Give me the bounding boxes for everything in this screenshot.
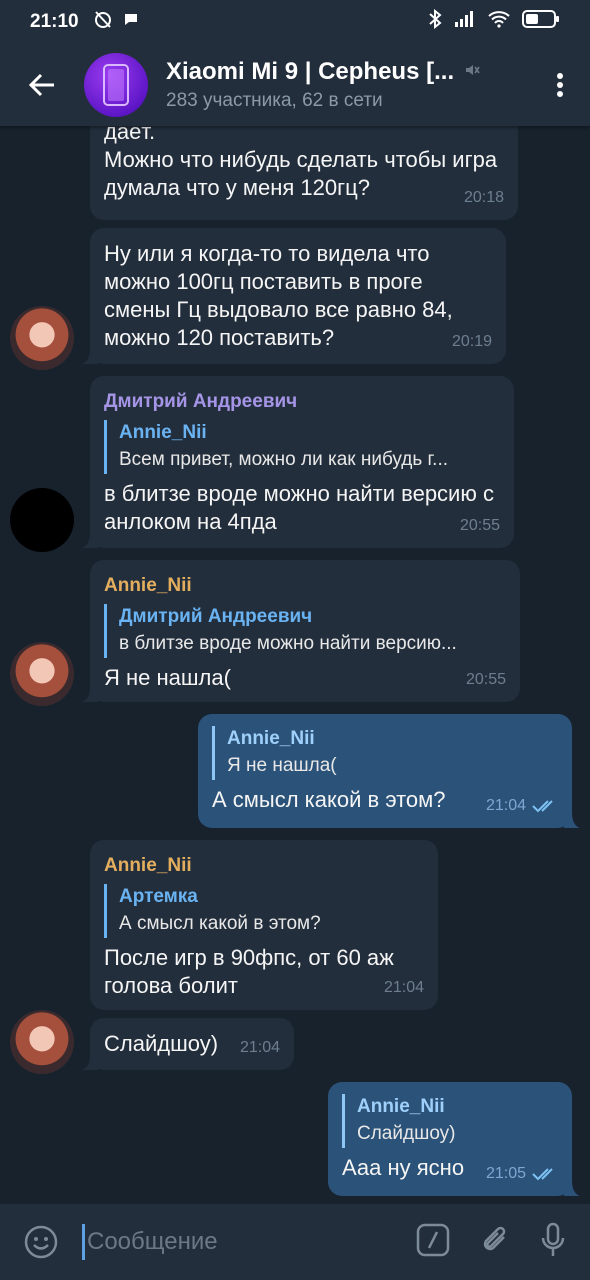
reply-text: в блитзе вроде можно найти версию... — [119, 633, 457, 654]
avatar[interactable] — [10, 306, 74, 370]
message-input-placeholder: Сообщение — [87, 1228, 218, 1255]
avatar[interactable] — [10, 1010, 74, 1074]
voice-message-button[interactable] — [540, 1222, 566, 1263]
message-time: 20:55 — [465, 671, 506, 688]
bubble-tail — [564, 812, 580, 828]
message-bubble[interactable]: даёт. Можно что нибудь сделать чтобы игр… — [90, 126, 518, 220]
group-avatar[interactable] — [84, 53, 148, 117]
attach-button[interactable] — [480, 1223, 510, 1262]
bubble-tail — [82, 1054, 98, 1070]
more-vertical-icon — [557, 73, 563, 97]
reply-author: Annie_Nii — [119, 422, 207, 443]
reply-quote[interactable]: Дмитрий Андреевич в блитзе вроде можно н… — [104, 604, 506, 658]
sender-name[interactable]: Annie_Nii — [104, 852, 424, 880]
message-input-bar: Сообщение — [0, 1204, 590, 1280]
battery-icon — [522, 9, 560, 35]
bubble-tail — [82, 532, 98, 548]
message-time: 20:18 — [463, 189, 504, 206]
reply-author: Артемка — [119, 886, 198, 907]
smile-icon — [24, 1225, 58, 1259]
bubble-tail — [82, 348, 98, 364]
reply-quote[interactable]: Annie_Nii Всем привет, можно ли как нибу… — [104, 420, 500, 474]
arrow-left-icon — [28, 73, 54, 97]
message-text: в блитзе вроде можно найти версию с анло… — [104, 481, 494, 534]
paperclip-icon — [483, 1226, 506, 1250]
reply-text: А смысл какой в этом? — [119, 913, 321, 934]
reply-author: Annie_Nii — [357, 1096, 445, 1117]
microphone-icon — [541, 1222, 565, 1256]
reply-text: Я не нашла( — [227, 755, 337, 776]
double-check-icon — [532, 800, 553, 813]
wifi-icon — [488, 10, 510, 34]
phone-icon — [103, 64, 129, 106]
message-text: Я не нашла( — [104, 665, 231, 690]
message-time: 21:05 — [485, 1165, 526, 1182]
message-text: Ну или я когда-то то видела что можно 10… — [104, 241, 453, 350]
sender-name[interactable]: Annie_Nii — [104, 572, 506, 600]
message-bubble-outgoing[interactable]: Annie_Nii Я не нашла( А смысл какой в эт… — [198, 714, 580, 828]
message-bubble[interactable]: Слайдшоу) 21:04 — [82, 1018, 294, 1070]
chat-title: Xiaomi Mi 9 | Cepheus [... — [166, 58, 455, 85]
double-check-icon — [532, 1168, 553, 1181]
message-input[interactable]: Сообщение — [82, 1204, 416, 1280]
cellular-signal-icon — [454, 10, 476, 34]
message-bubble[interactable]: Ну или я когда-то то видела что можно 10… — [82, 228, 506, 364]
bot-commands-button[interactable] — [416, 1223, 450, 1262]
message-text: даёт. Можно что нибудь сделать чтобы игр… — [104, 126, 498, 200]
reply-text: Слайдшоу) — [357, 1123, 456, 1144]
chat-notification-icon — [123, 11, 139, 33]
reply-author: Annie_Nii — [227, 728, 315, 749]
message-bubble[interactable]: Annie_Nii Дмитрий Андреевич в блитзе вро… — [82, 560, 520, 702]
avatar[interactable] — [10, 642, 74, 706]
reply-quote[interactable]: Annie_Nii Слайдшоу) — [342, 1094, 558, 1148]
slash-command-icon — [416, 1223, 450, 1256]
message-text: После игр в 90фпс, от 60 аж голова болит — [104, 945, 394, 998]
message-time: 20:55 — [459, 517, 500, 534]
alarm-off-icon — [93, 9, 113, 35]
more-menu-button[interactable] — [530, 44, 590, 126]
sender-name[interactable]: Дмитрий Андреевич — [104, 388, 500, 416]
message-time: 21:04 — [383, 979, 424, 996]
status-time: 21:10 — [30, 11, 79, 32]
status-bar: 21:10 — [0, 0, 590, 44]
message-time: 20:19 — [451, 333, 492, 350]
message-bubble-outgoing[interactable]: Annie_Nii Слайдшоу) Ааа ну ясно 21:05 — [328, 1082, 580, 1196]
chat-header: Xiaomi Mi 9 | Cepheus [... 283 участника… — [0, 44, 590, 126]
emoji-button[interactable] — [0, 1225, 82, 1259]
message-time: 21:04 — [485, 797, 526, 814]
message-list[interactable]: даёт. Можно что нибудь сделать чтобы игр… — [0, 126, 590, 1204]
muted-icon — [464, 62, 480, 83]
bluetooth-icon — [428, 8, 442, 35]
chat-member-count: 283 участника, 62 в сети — [166, 90, 383, 111]
back-button[interactable] — [0, 44, 84, 126]
avatar[interactable] — [10, 488, 74, 552]
message-bubble[interactable]: Annie_Nii Артемка А смысл какой в этом? … — [90, 840, 438, 1010]
message-time: 21:04 — [239, 1039, 280, 1056]
chat-info[interactable]: Xiaomi Mi 9 | Cepheus [... 283 участника… — [166, 58, 530, 112]
reply-author: Дмитрий Андреевич — [119, 606, 313, 627]
reply-quote[interactable]: Артемка А смысл какой в этом? — [104, 884, 424, 938]
text-caret — [82, 1224, 85, 1260]
bubble-tail — [564, 1180, 580, 1196]
reply-text: Всем привет, можно ли как нибудь г... — [119, 449, 449, 470]
reply-quote[interactable]: Annie_Nii Я не нашла( — [212, 726, 558, 780]
message-bubble[interactable]: Дмитрий Андреевич Annie_Nii Всем привет,… — [82, 376, 514, 548]
bubble-tail — [82, 686, 98, 702]
